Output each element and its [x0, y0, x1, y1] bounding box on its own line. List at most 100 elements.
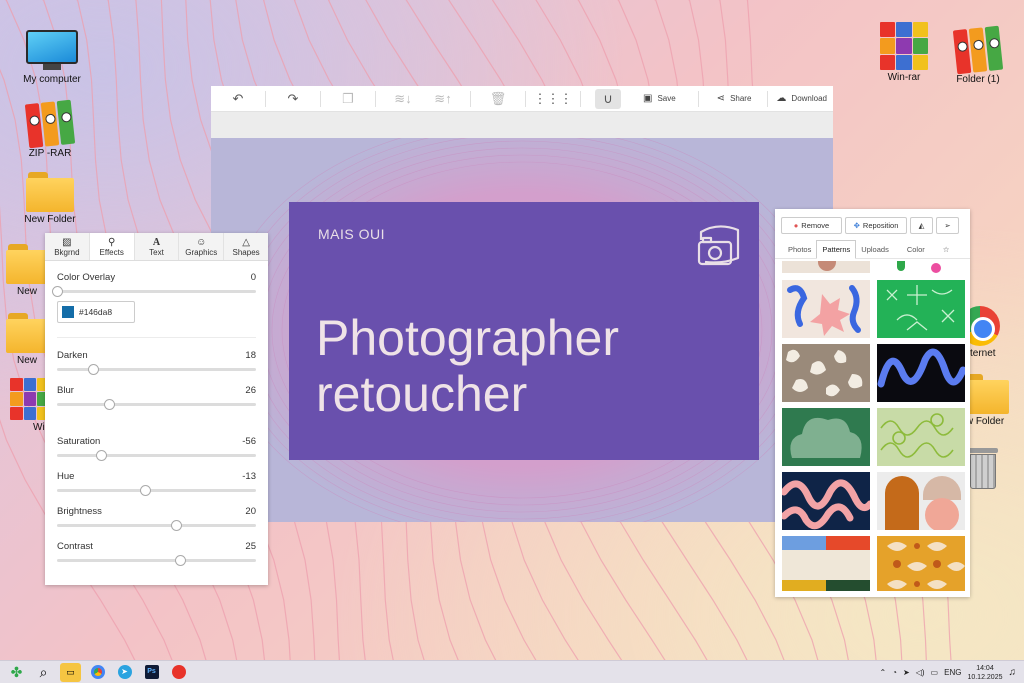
pattern-tile[interactable]: [782, 280, 870, 338]
telegram-tray-icon[interactable]: ➤: [903, 668, 910, 677]
notification-bell-icon[interactable]: ♫: [1009, 667, 1017, 678]
flip-button[interactable]: ◭: [910, 217, 933, 234]
slider-hue: Hue -13: [45, 471, 268, 496]
text-icon: A: [152, 236, 161, 248]
tab-graphics[interactable]: ☺ Graphics: [179, 233, 225, 260]
effects-panel-tabs: ▨ Bkgrnd ⚲ Effects A Text ☺ Graphics △ Shapes: [45, 233, 268, 261]
desktop-icon-winrar[interactable]: Win-rar: [864, 22, 944, 83]
desktop-icon-folder-1[interactable]: Folder (1): [938, 25, 1018, 85]
language-indicator[interactable]: ENG: [944, 668, 961, 677]
move-icon: ✥: [853, 221, 860, 230]
send-backward-button[interactable]: ≋↓: [390, 89, 416, 109]
tab-uploads[interactable]: Uploads: [856, 241, 894, 258]
taskbar-app[interactable]: [168, 663, 189, 682]
slider-label: Brightness: [57, 506, 102, 517]
overlay-color-field[interactable]: #146da8: [57, 301, 135, 323]
desktop-icon-label: My computer: [23, 74, 81, 85]
binders-icon: [952, 25, 1004, 75]
tab-bkgrnd[interactable]: ▨ Bkgrnd: [45, 233, 90, 260]
pattern-tile[interactable]: [877, 261, 965, 273]
chevron-up-icon[interactable]: ⌃: [879, 668, 886, 677]
telegram-icon: ➤: [117, 665, 132, 679]
remove-button[interactable]: ● Remove: [781, 217, 842, 234]
slider-handle[interactable]: [175, 555, 187, 566]
clock[interactable]: 14:04 10.12.2025: [967, 664, 1002, 682]
desktop-icon-label: New Folder: [24, 214, 76, 225]
slider-track[interactable]: [57, 364, 256, 375]
share-button[interactable]: ⋖ Share: [717, 93, 752, 104]
slider-track[interactable]: [57, 520, 256, 531]
slider-handle[interactable]: [171, 520, 183, 531]
winrar-icon: [10, 378, 50, 420]
reposition-button[interactable]: ✥ Reposition: [845, 217, 907, 234]
duplicate-button[interactable]: ❐: [335, 89, 361, 109]
slider-handle[interactable]: [103, 399, 115, 410]
network-icon[interactable]: ◔: [892, 668, 897, 677]
slider-value: -13: [242, 471, 256, 482]
desktop-icon-new-folder[interactable]: New Folder: [10, 172, 90, 225]
share-icon: ⋖: [716, 93, 726, 104]
search-button[interactable]: ⌕: [33, 663, 54, 682]
slider-blur: Blur 26: [45, 385, 268, 410]
taskbar-photoshop[interactable]: Ps: [141, 663, 162, 682]
tab-text[interactable]: A Text: [134, 233, 180, 260]
pattern-tile[interactable]: [782, 536, 870, 591]
slider-brightness: Brightness 20: [45, 506, 268, 531]
headline-text[interactable]: Photographer retoucher: [316, 310, 619, 422]
magnet-button[interactable]: ∪: [595, 88, 621, 109]
design-card[interactable]: MAIS OUI Photographer retoucher: [289, 202, 759, 460]
download-button[interactable]: ☁ Download: [776, 93, 827, 104]
slider-track[interactable]: [57, 399, 256, 410]
color-overlay-label: Color Overlay: [57, 272, 116, 283]
speaker-icon[interactable]: ◁): [916, 668, 925, 677]
battery-icon[interactable]: ▭: [931, 668, 939, 677]
color-overlay-slider[interactable]: [52, 286, 256, 297]
slider-darken: Darken 18: [45, 350, 268, 375]
search-icon: ⌕: [39, 663, 48, 680]
slider-handle[interactable]: [95, 450, 107, 461]
redo-button[interactable]: ↷: [280, 89, 306, 109]
tab-color[interactable]: Color: [902, 241, 930, 258]
delete-button[interactable]: 🗑: [485, 89, 511, 109]
pattern-tile[interactable]: [782, 261, 870, 273]
pattern-tile[interactable]: [782, 472, 870, 530]
send-icon: ➢: [944, 221, 951, 230]
slider-value: 25: [245, 541, 256, 552]
desktop-icon-my-computer[interactable]: My computer: [12, 30, 92, 85]
slider-handle[interactable]: [52, 286, 63, 297]
slider-track[interactable]: [57, 485, 256, 496]
favorites-star-icon[interactable]: ☆: [938, 241, 955, 258]
taskbar-file-explorer[interactable]: ▭: [60, 662, 81, 682]
pattern-tile[interactable]: [877, 280, 965, 338]
taskbar: ✤ ⌕ ▭ ➤ Ps ⌃ ◔ ➤ ◁) ▭ ENG 14:04 10.12.20…: [0, 660, 1024, 683]
brand-text[interactable]: MAIS OUI: [318, 226, 385, 242]
tab-patterns[interactable]: Patterns: [816, 240, 857, 259]
slider-handle[interactable]: [87, 364, 99, 375]
pattern-tile[interactable]: [877, 536, 965, 591]
start-button[interactable]: ✤: [6, 663, 27, 682]
tab-shapes[interactable]: △ Shapes: [224, 233, 268, 260]
pattern-tile[interactable]: [877, 472, 965, 530]
tab-photos[interactable]: Photos: [783, 241, 816, 258]
pattern-tile[interactable]: [782, 408, 870, 466]
undo-button[interactable]: ↶: [225, 89, 251, 109]
taskbar-chrome[interactable]: [87, 663, 108, 682]
desktop-icon-zip-rar[interactable]: ZIP -RAR: [10, 99, 90, 159]
trash-icon: [968, 448, 998, 490]
slider-track[interactable]: [57, 555, 256, 566]
bring-forward-button[interactable]: ≋↑: [430, 89, 456, 109]
slider-label: Saturation: [57, 436, 101, 447]
pattern-tile[interactable]: [877, 408, 965, 466]
slider-handle[interactable]: [139, 485, 151, 496]
pattern-tile[interactable]: [877, 344, 965, 402]
tab-effects[interactable]: ⚲ Effects: [89, 233, 135, 260]
pattern-tile[interactable]: [782, 344, 870, 402]
slider-track[interactable]: [57, 450, 256, 461]
grid-button[interactable]: ⋮⋮⋮: [534, 89, 573, 109]
color-swatch[interactable]: [62, 306, 74, 318]
design-canvas[interactable]: MAIS OUI Photographer retoucher: [211, 138, 833, 522]
overlay-color-hex: #146da8: [79, 307, 113, 317]
save-button[interactable]: ▣ Save: [643, 93, 676, 104]
taskbar-telegram[interactable]: ➤: [114, 663, 135, 682]
send-button[interactable]: ➢: [936, 217, 959, 234]
